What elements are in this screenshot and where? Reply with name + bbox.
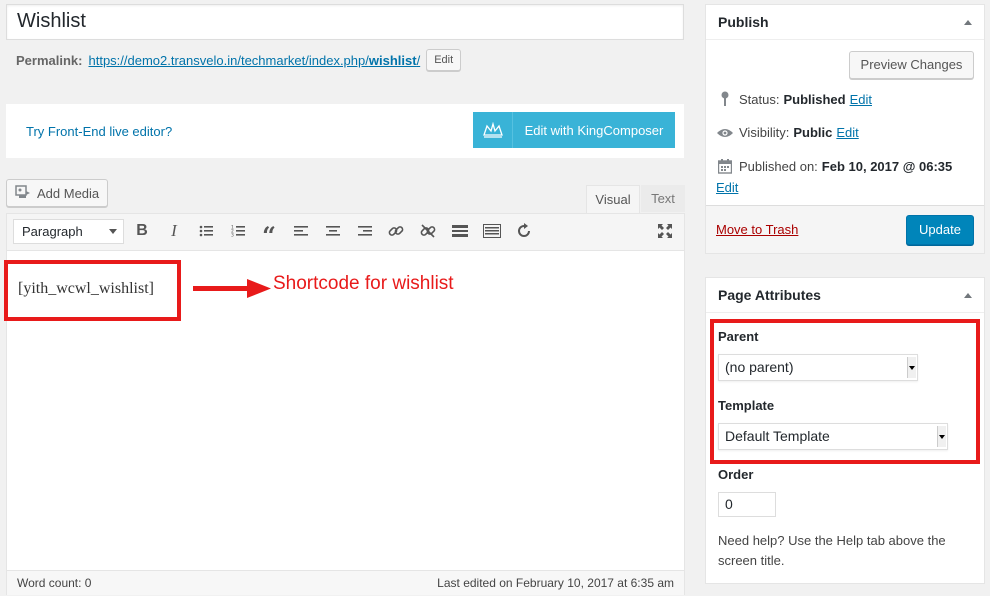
template-label: Template [718, 398, 775, 413]
status-row: Status: Published Edit [716, 91, 872, 107]
tab-text[interactable]: Text [641, 185, 685, 212]
crown-icon [473, 112, 513, 148]
published-date: Feb 10, 2017 @ 06:35 [821, 159, 953, 174]
select-arrow-icon [937, 426, 946, 447]
template-select[interactable]: Default Template [718, 423, 948, 450]
read-more-icon[interactable] [449, 220, 471, 242]
unlink-icon[interactable] [417, 220, 439, 242]
align-left-icon[interactable] [290, 220, 312, 242]
parent-label: Parent [718, 329, 759, 344]
fullscreen-icon[interactable] [654, 220, 676, 242]
pin-icon [716, 91, 734, 107]
add-media-label: Add Media [37, 185, 100, 201]
published-on-row: Published on: Feb 10, 2017 @ 06:35 [716, 159, 956, 174]
order-input[interactable]: 0 [718, 492, 776, 517]
shortcode-annotation: Shortcode for wishlist [273, 273, 454, 294]
shortcode-text: [yith_wcwl_wishlist] [18, 280, 154, 297]
publish-heading: Publish [718, 14, 769, 30]
chevron-down-icon [109, 229, 117, 234]
kingcomposer-button-label: Edit with KingComposer [524, 122, 664, 138]
edit-with-kingcomposer-button[interactable]: Edit with KingComposer [473, 112, 675, 148]
parent-select[interactable]: (no parent) [718, 354, 918, 381]
align-right-icon[interactable] [354, 220, 376, 242]
blockquote-icon[interactable]: “ [258, 220, 280, 250]
permalink-edit-button[interactable]: Edit [426, 49, 462, 71]
page-attributes-header[interactable]: Page Attributes [706, 278, 984, 313]
eye-icon [716, 127, 734, 139]
order-label: Order [718, 467, 754, 482]
post-title-input[interactable]: Wishlist [6, 4, 684, 40]
publish-header[interactable]: Publish [706, 5, 984, 40]
shortcode-highlight: [yith_wcwl_wishlist] [4, 260, 181, 321]
svg-text:3: 3 [231, 233, 234, 239]
collapse-arrow-icon[interactable] [964, 19, 972, 25]
kingcomposer-bar: Try Front-End live editor? Edit with Kin… [6, 104, 684, 158]
bold-icon[interactable]: B [131, 220, 153, 242]
template-select-value: Default Template [725, 428, 830, 444]
preview-changes-button[interactable]: Preview Changes [849, 51, 974, 79]
last-edited: Last edited on February 10, 2017 at 6:35… [437, 576, 674, 590]
calendar-icon [716, 159, 734, 174]
permalink-link[interactable]: https://demo2.transvelo.in/techmarket/in… [88, 53, 420, 68]
parent-select-value: (no parent) [725, 359, 794, 375]
format-select[interactable]: Paragraph [13, 219, 124, 244]
bullet-list-icon[interactable] [195, 220, 217, 242]
word-count: Word count: 0 [17, 576, 92, 590]
permalink-row: Permalink: https://demo2.transvelo.in/te… [16, 49, 462, 71]
visibility-value: Public [793, 125, 833, 140]
numbered-list-icon[interactable]: 123 [227, 220, 249, 242]
italic-icon[interactable]: I [163, 220, 185, 242]
front-end-editor-link[interactable]: Try Front-End live editor? [26, 124, 172, 139]
toolbar-toggle-icon[interactable] [481, 220, 503, 242]
tab-visual[interactable]: Visual [586, 185, 640, 214]
collapse-arrow-icon[interactable] [964, 292, 972, 298]
help-text: Need help? Use the Help tab above the sc… [718, 533, 946, 568]
page-attributes-heading: Page Attributes [718, 287, 821, 303]
published-edit-link[interactable]: Edit [716, 180, 738, 195]
add-media-button[interactable]: Add Media [6, 179, 108, 207]
status-value: Published [783, 91, 846, 107]
update-button[interactable]: Update [906, 215, 974, 245]
move-to-trash-link[interactable]: Move to Trash [716, 222, 798, 237]
editor-status-bar: Word count: 0 Last edited on February 10… [7, 570, 684, 595]
visibility-row: Visibility: Public Edit [716, 125, 859, 140]
refresh-icon[interactable] [513, 220, 535, 242]
permalink-label: Permalink: [16, 52, 83, 68]
select-arrow-icon [907, 357, 916, 378]
align-center-icon[interactable] [322, 220, 344, 242]
format-select-value: Paragraph [22, 224, 83, 239]
visibility-edit-link[interactable]: Edit [836, 125, 858, 140]
annotation-arrow-icon [193, 279, 271, 302]
status-edit-link[interactable]: Edit [850, 92, 872, 107]
link-icon[interactable] [385, 220, 407, 242]
media-icon [15, 184, 31, 202]
